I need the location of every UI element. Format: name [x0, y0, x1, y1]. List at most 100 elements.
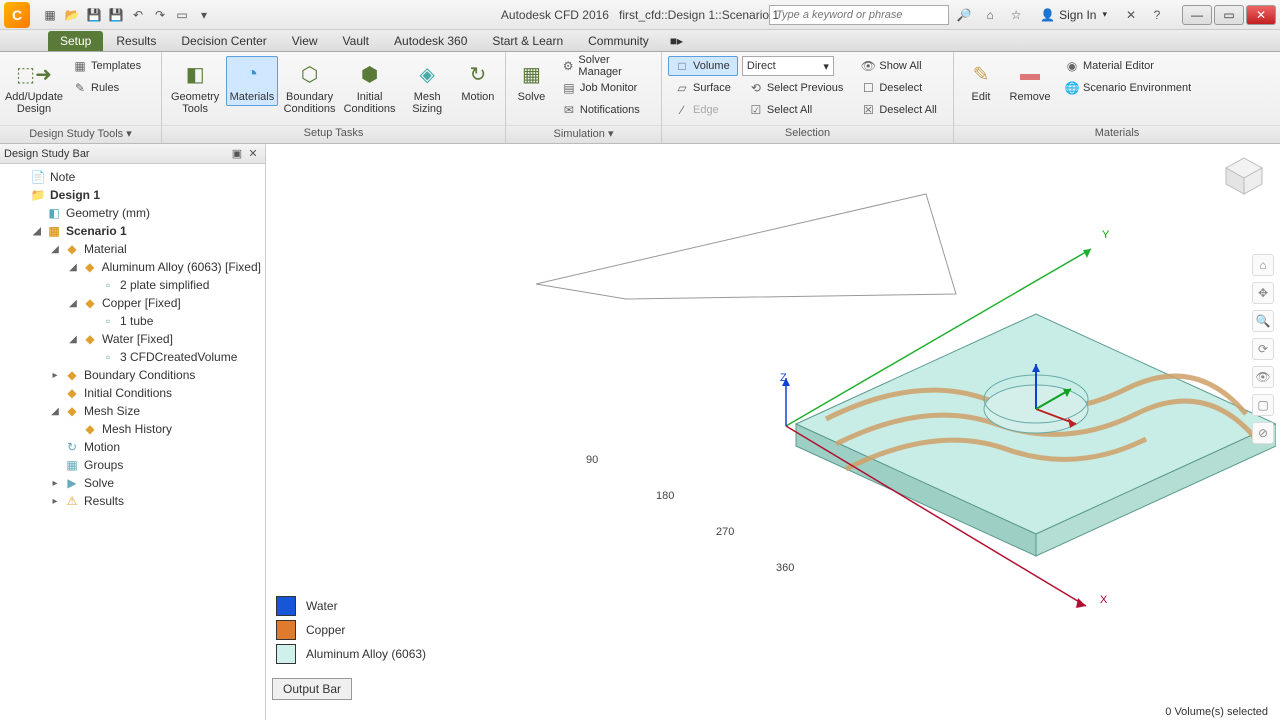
search-icon[interactable]: 🔎: [953, 5, 975, 25]
tree-mesh-size[interactable]: ◢◆Mesh Size: [2, 402, 263, 420]
tree-material[interactable]: ◢◆Material: [2, 240, 263, 258]
nav-home-icon[interactable]: ⌂: [1252, 254, 1274, 276]
initial-conditions-button[interactable]: ⬢Initial Conditions: [342, 56, 398, 118]
favorite-icon[interactable]: ☆: [1005, 5, 1027, 25]
tree-results[interactable]: ▸⚠Results: [2, 492, 263, 510]
legend-label: Water: [306, 599, 338, 613]
tree-geometry[interactable]: ◧Geometry (mm): [2, 204, 263, 222]
ribbon: ⬚➜ Add/Update Design ▦Templates ✎Rules D…: [0, 52, 1280, 144]
search-input[interactable]: [769, 5, 949, 25]
tree-mesh-history[interactable]: ◆Mesh History: [2, 420, 263, 438]
nav-close-icon[interactable]: ⊘: [1252, 422, 1274, 444]
minimize-button[interactable]: —: [1182, 5, 1212, 25]
notifications-button[interactable]: ✉Notifications: [555, 100, 655, 120]
qat-redo-icon[interactable]: ↷: [150, 5, 170, 25]
rules-button[interactable]: ✎Rules: [66, 78, 148, 98]
motion-button[interactable]: ↻Motion: [457, 56, 499, 106]
group-design-study[interactable]: Design Study Tools ▾: [0, 125, 161, 143]
add-update-design-button[interactable]: ⬚➜ Add/Update Design: [6, 56, 62, 118]
tab-vault[interactable]: Vault: [331, 31, 381, 51]
tree-copper-part[interactable]: ▫1 tube: [2, 312, 263, 330]
tab-view[interactable]: View: [280, 31, 330, 51]
signin-button[interactable]: 👤Sign In▾: [1031, 5, 1116, 25]
store-icon[interactable]: ⌂: [979, 5, 1001, 25]
deselect-all-button[interactable]: ☒Deselect All: [854, 100, 943, 120]
selection-mode-dropdown[interactable]: Direct▾: [742, 56, 834, 76]
templates-button[interactable]: ▦Templates: [66, 56, 148, 76]
tree-initial-conditions[interactable]: ◆Initial Conditions: [2, 384, 263, 402]
tab-start-learn[interactable]: Start & Learn: [480, 31, 575, 51]
status-text: 0 Volume(s) selected: [1165, 706, 1268, 718]
job-monitor-icon: ▤: [562, 81, 576, 95]
motion-tree-icon: ↻: [64, 439, 80, 455]
tree-groups[interactable]: ▦Groups: [2, 456, 263, 474]
geometry-tools-button[interactable]: ◧Geometry Tools: [168, 56, 222, 118]
boundary-conditions-button[interactable]: ⬡Boundary Conditions: [282, 56, 338, 118]
remove-button[interactable]: ▬Remove: [1006, 56, 1054, 106]
exchange-icon[interactable]: ✕: [1120, 5, 1142, 25]
tree-note[interactable]: 📄Note: [2, 168, 263, 186]
scenario-environment-button[interactable]: 🌐Scenario Environment: [1058, 78, 1198, 98]
qat-open-icon[interactable]: 📂: [62, 5, 82, 25]
qat-window-icon[interactable]: ▭: [172, 5, 192, 25]
tree-motion[interactable]: ↻Motion: [2, 438, 263, 456]
tree-aluminum[interactable]: ◢◆Aluminum Alloy (6063) [Fixed]: [2, 258, 263, 276]
qat-save-icon[interactable]: 💾: [84, 5, 104, 25]
qat-dropdown-icon[interactable]: ▾: [194, 5, 214, 25]
solver-manager-button[interactable]: ⚙Solver Manager: [555, 56, 655, 76]
select-previous-button[interactable]: ⟲Select Previous: [742, 78, 850, 98]
tree-design[interactable]: 📁Design 1: [2, 186, 263, 204]
qat-undo-icon[interactable]: ↶: [128, 5, 148, 25]
boundary-icon: ⬡: [295, 59, 325, 89]
tab-autodesk360[interactable]: Autodesk 360: [382, 31, 479, 51]
tree-water-part[interactable]: ▫3 CFDCreatedVolume: [2, 348, 263, 366]
maximize-button[interactable]: ▭: [1214, 5, 1244, 25]
tab-community[interactable]: Community: [576, 31, 661, 51]
show-all-button[interactable]: 👁Show All: [854, 56, 943, 76]
design-tree[interactable]: 📄Note 📁Design 1 ◧Geometry (mm) ◢▦Scenari…: [0, 164, 265, 720]
output-bar-button[interactable]: Output Bar: [272, 678, 352, 700]
deselect-button[interactable]: ☐Deselect: [854, 78, 943, 98]
view-cube[interactable]: [1222, 154, 1266, 198]
eraser-icon: ▬: [1015, 59, 1045, 89]
tree-solve[interactable]: ▸▶Solve: [2, 474, 263, 492]
viewport-3d[interactable]: Y X Z 90 180 270 360 ⌂ ✥ 🔍 ⟳ 👁 ▢ ⊘ Water…: [266, 144, 1280, 720]
close-button[interactable]: ✕: [1246, 5, 1276, 25]
tree-aluminum-part[interactable]: ▫2 plate simplified: [2, 276, 263, 294]
surface-button[interactable]: ▱Surface: [668, 78, 738, 98]
help-icon[interactable]: ?: [1146, 5, 1168, 25]
select-all-button[interactable]: ☑Select All: [742, 100, 850, 120]
materials-button[interactable]: ◔Materials: [226, 56, 277, 106]
mesh-tree-icon: ◆: [64, 403, 80, 419]
material-editor-button[interactable]: ◉Material Editor: [1058, 56, 1198, 76]
nav-pan-icon[interactable]: ✥: [1252, 282, 1274, 304]
tree-copper[interactable]: ◢◆Copper [Fixed]: [2, 294, 263, 312]
tab-decision-center[interactable]: Decision Center: [169, 31, 278, 51]
tree-scenario[interactable]: ◢▦Scenario 1: [2, 222, 263, 240]
mesh-sizing-button[interactable]: ◈Mesh Sizing: [402, 56, 453, 118]
tab-video-icon[interactable]: ■▸: [662, 31, 691, 51]
materials-icon: ◔: [237, 59, 267, 89]
edge-button: ∕Edge: [668, 100, 738, 120]
group-simulation[interactable]: Simulation ▾: [506, 125, 661, 143]
app-icon[interactable]: C: [4, 2, 30, 28]
nav-look-icon[interactable]: 👁: [1252, 366, 1274, 388]
solve-icon: ▦: [516, 59, 546, 89]
nav-orbit-icon[interactable]: ⟳: [1252, 338, 1274, 360]
dsb-close-icon[interactable]: ✕: [245, 146, 261, 162]
volume-button[interactable]: □Volume: [668, 56, 738, 76]
nav-zoom-icon[interactable]: 🔍: [1252, 310, 1274, 332]
solve-button[interactable]: ▦Solve: [512, 56, 551, 106]
tab-setup[interactable]: Setup: [48, 31, 103, 51]
tree-boundary-conditions[interactable]: ▸◆Boundary Conditions: [2, 366, 263, 384]
job-monitor-button[interactable]: ▤Job Monitor: [555, 78, 655, 98]
show-all-icon: 👁: [861, 59, 875, 73]
ruler-tick: 180: [656, 490, 674, 502]
tree-water[interactable]: ◢◆Water [Fixed]: [2, 330, 263, 348]
nav-fit-icon[interactable]: ▢: [1252, 394, 1274, 416]
qat-new-icon[interactable]: ▦: [40, 5, 60, 25]
tab-results[interactable]: Results: [104, 31, 168, 51]
edit-button[interactable]: ✎Edit: [960, 56, 1002, 106]
dsb-pin-icon[interactable]: ▣: [229, 146, 245, 162]
qat-saveall-icon[interactable]: 💾: [106, 5, 126, 25]
